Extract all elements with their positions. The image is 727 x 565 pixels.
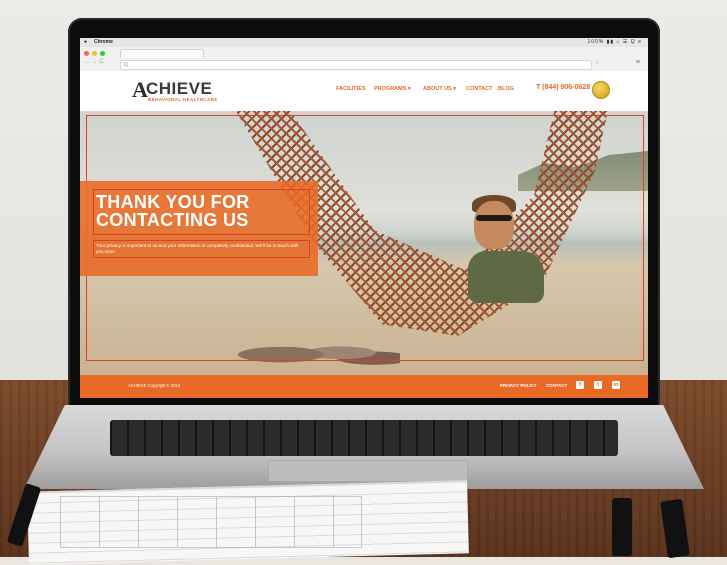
logo-tagline: BEHAVIORAL HEALTHCARE xyxy=(148,97,218,102)
notebook-sketch xyxy=(60,496,362,548)
site-footer: ACHIEVE Copyright © 2016 PRIVACY POLICY … xyxy=(80,375,648,398)
nav-item-about-us[interactable]: ABOUT US ▾ xyxy=(423,86,456,92)
browser-nav-buttons[interactable]: ← → C xyxy=(84,59,104,65)
address-bar[interactable]: Q xyxy=(120,60,592,70)
bookmark-star-icon[interactable]: ☆ xyxy=(595,59,600,66)
laptop-keyboard xyxy=(110,420,618,456)
logo-wordmark: CHIEVE xyxy=(146,79,213,98)
nav-item-programs[interactable]: PROGRAMS ▾ xyxy=(374,86,411,92)
footer-contact-link[interactable]: CONTACT xyxy=(546,383,567,388)
laptop-trackpad xyxy=(268,460,468,482)
marker-pen xyxy=(612,498,632,556)
linkedin-icon[interactable]: in xyxy=(612,381,620,389)
nav-item-blog[interactable]: BLOG xyxy=(498,86,514,92)
nav-item-contact[interactable]: CONTACT xyxy=(466,86,492,92)
maximize-window-icon[interactable] xyxy=(100,51,105,56)
laptop-screen: ● Chrome 100% ▮▮ ⌂ ☰ Q ≡ ← → C Q ☆ ≡ A C… xyxy=(80,38,648,398)
apple-icon[interactable]: ● xyxy=(84,38,87,47)
status-icons: 100% ▮▮ ⌂ ☰ Q ≡ xyxy=(587,39,642,45)
site-logo[interactable]: A CHIEVE BEHAVIORAL HEALTHCARE xyxy=(132,77,242,105)
browser-menu-icon[interactable]: ≡ xyxy=(636,59,640,66)
hero-title: THANK YOU FOR CONTACTING US xyxy=(96,192,250,230)
browser-tab[interactable] xyxy=(120,49,204,58)
facebook-icon[interactable]: f xyxy=(576,381,584,389)
hero-section: THANK YOU FOR CONTACTING US Your privacy… xyxy=(80,111,648,375)
nav-item-facilities[interactable]: FACILITIES xyxy=(336,86,366,92)
site-header: A CHIEVE BEHAVIORAL HEALTHCARE FACILITIE… xyxy=(80,71,648,111)
twitter-icon[interactable]: t xyxy=(594,381,602,389)
thank-you-panel: THANK YOU FOR CONTACTING US Your privacy… xyxy=(80,181,318,276)
address-text: Q xyxy=(124,62,128,68)
accreditation-badge-icon xyxy=(592,81,610,99)
app-name[interactable]: Chrome xyxy=(94,38,113,47)
close-window-icon[interactable] xyxy=(84,51,89,56)
minimize-window-icon[interactable] xyxy=(92,51,97,56)
privacy-policy-link[interactable]: PRIVACY POLICY xyxy=(500,383,537,388)
browser-chrome: ← → C Q ☆ ≡ xyxy=(80,47,648,72)
os-menu-bar: ● Chrome 100% ▮▮ ⌂ ☰ Q ≡ xyxy=(80,38,648,47)
phone-number[interactable]: T (844) 906-0628 xyxy=(536,84,590,91)
hero-body-text: Your privacy is important to us and your… xyxy=(96,243,299,254)
copyright-text: ACHIEVE Copyright © 2016 xyxy=(128,383,181,388)
